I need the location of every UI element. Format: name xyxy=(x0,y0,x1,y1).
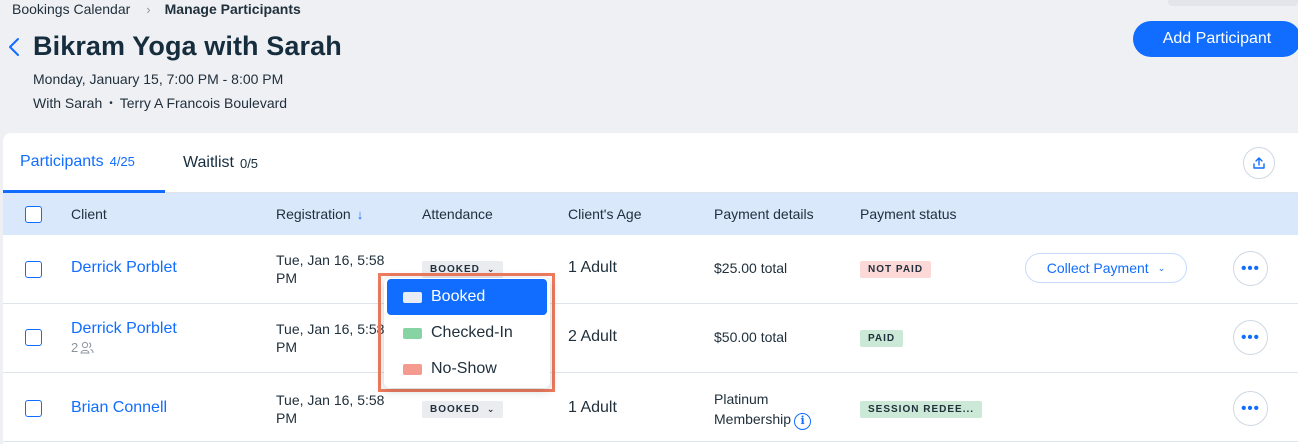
row-checkbox-cell xyxy=(25,400,42,417)
collect-payment-button[interactable]: Collect Payment ⌄ xyxy=(1025,253,1187,283)
tab-waitlist[interactable]: Waitlist 0/5 xyxy=(183,133,258,193)
registration-date: Tue, Jan 16, 5:58 PM xyxy=(276,392,385,426)
payment-details: $50.00 total xyxy=(714,329,788,345)
payment-details: Platinum Membership i xyxy=(714,389,826,430)
tabs-bar: Participants 4/25 Waitlist 0/5 xyxy=(3,133,1298,193)
checked-in-swatch xyxy=(403,327,422,339)
column-payment-status: Payment status xyxy=(860,206,957,222)
participants-card: Participants 4/25 Waitlist 0/5 Client Re… xyxy=(3,133,1298,444)
more-horizontal-icon: ••• xyxy=(1241,400,1260,417)
breadcrumb-separator-icon: › xyxy=(146,1,151,17)
attendance-option-label: No-Show xyxy=(431,360,497,377)
row-checkbox-cell xyxy=(25,329,42,346)
column-registration-label: Registration xyxy=(276,206,351,222)
client-name-link[interactable]: Brian Connell xyxy=(71,399,167,417)
people-icon xyxy=(80,341,94,354)
attendance-option-booked[interactable]: Booked xyxy=(387,279,547,315)
table-row: Brian Connell Tue, Jan 16, 5:58 PM BOOKE… xyxy=(3,373,1298,442)
client-age: 1 Adult xyxy=(568,399,617,416)
payment-details-text: Platinum Membership xyxy=(714,391,792,427)
more-actions-button[interactable]: ••• xyxy=(1233,251,1268,286)
select-all-checkbox[interactable] xyxy=(25,205,42,223)
booked-swatch xyxy=(403,291,422,303)
payment-details: $25.00 total xyxy=(714,260,788,276)
tab-participants[interactable]: Participants 4/25 xyxy=(3,133,165,193)
column-client: Client xyxy=(71,206,107,222)
page-title: Bikram Yoga with Sarah xyxy=(33,31,342,61)
session-details: With Sarah • Terry A Francois Boulevard xyxy=(33,95,287,111)
attendance-dropdown-menu: Booked Checked-In No-Show xyxy=(384,278,550,388)
info-icon[interactable]: i xyxy=(794,412,812,430)
session-staff: With Sarah xyxy=(33,95,103,111)
attendance-option-label: Booked xyxy=(431,288,486,305)
more-actions-button[interactable]: ••• xyxy=(1233,320,1268,355)
attendance-option-checked-in[interactable]: Checked-In xyxy=(384,315,550,351)
tab-waitlist-count: 0/5 xyxy=(239,155,259,171)
select-all-cell xyxy=(25,193,42,235)
more-horizontal-icon: ••• xyxy=(1241,329,1260,346)
bullet-separator: • xyxy=(109,97,113,109)
row-checkbox[interactable] xyxy=(25,329,42,346)
sort-down-icon: ↓ xyxy=(356,206,364,222)
client-name-link[interactable]: Derrick Porblet xyxy=(71,259,177,277)
breadcrumb-bookings-calendar[interactable]: Bookings Calendar xyxy=(12,1,130,17)
chevron-down-icon: ⌄ xyxy=(486,404,496,414)
chevron-down-icon: ⌄ xyxy=(1157,262,1166,273)
tab-waitlist-label: Waitlist xyxy=(183,154,234,171)
attendance-dropdown[interactable]: BOOKED ⌄ xyxy=(422,401,504,418)
breadcrumb: Bookings Calendar › Manage Participants xyxy=(12,0,301,18)
more-horizontal-icon: ••• xyxy=(1241,260,1260,277)
table-header: Client Registration ↓ Attendance Client'… xyxy=(3,193,1298,235)
tab-participants-label: Participants xyxy=(20,152,104,170)
row-checkbox[interactable] xyxy=(25,400,42,417)
status-badge: SESSION REDEE... xyxy=(860,401,983,418)
export-button[interactable] xyxy=(1243,147,1275,179)
row-checkbox-cell xyxy=(25,261,42,278)
table-row: Derrick Porblet Tue, Jan 16, 5:58 PM BOO… xyxy=(3,235,1298,304)
attendance-option-no-show[interactable]: No-Show xyxy=(384,351,550,387)
no-show-swatch xyxy=(403,363,422,375)
collect-payment-label: Collect Payment xyxy=(1046,260,1149,276)
status-badge: NOT PAID xyxy=(860,261,932,278)
attendance-option-label: Checked-In xyxy=(431,324,513,341)
status-badge: PAID xyxy=(860,330,904,347)
group-count-value: 2 xyxy=(71,340,79,355)
attendance-value: BOOKED xyxy=(430,404,480,415)
client-age: 1 Adult xyxy=(568,259,617,276)
add-participant-button[interactable]: Add Participant xyxy=(1133,21,1298,57)
session-location: Terry A Francois Boulevard xyxy=(119,95,288,111)
column-age: Client's Age xyxy=(568,206,642,222)
row-checkbox[interactable] xyxy=(25,261,42,278)
client-name-link[interactable]: Derrick Porblet xyxy=(71,320,177,338)
column-payment-details: Payment details xyxy=(714,206,814,222)
more-actions-button[interactable]: ••• xyxy=(1233,391,1268,426)
session-datetime: Monday, January 15, 7:00 PM - 8:00 PM xyxy=(33,71,284,87)
column-registration[interactable]: Registration ↓ xyxy=(276,193,363,235)
group-size: 2 xyxy=(71,340,94,355)
tab-participants-count: 4/25 xyxy=(109,154,135,169)
upload-icon xyxy=(1253,157,1265,169)
column-attendance: Attendance xyxy=(422,206,493,222)
breadcrumb-current: Manage Participants xyxy=(164,1,301,17)
chevron-left-icon[interactable] xyxy=(6,36,24,58)
client-age: 2 Adult xyxy=(568,328,617,345)
table-row: Derrick Porblet 2 Tue, Jan 16, 5:58 PM 2… xyxy=(3,304,1298,373)
top-edge-element xyxy=(1168,0,1298,6)
